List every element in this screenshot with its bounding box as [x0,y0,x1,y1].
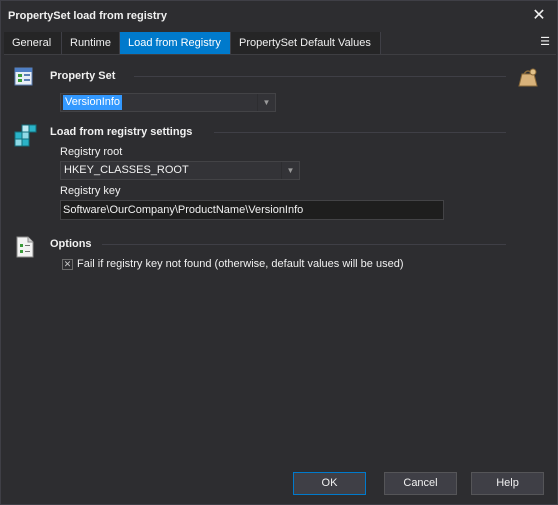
property-set-value: VersionInfo [63,95,123,110]
registry-key-label: Registry key [60,185,121,197]
tab-load-from-registry[interactable]: Load from Registry [120,32,231,54]
property-set-icon [14,67,33,86]
close-icon[interactable]: ✕ [527,5,551,27]
cancel-button[interactable]: Cancel [384,472,457,495]
options-heading: Options [50,238,92,250]
dropdown-arrow-icon[interactable]: ▼ [281,162,299,179]
property-set-heading: Property Set [50,70,116,82]
registry-root-label: Registry root [60,146,123,158]
registry-key-input[interactable] [61,201,443,219]
dialog-window: PropertySet load from registry ✕ General… [0,0,558,505]
fail-if-not-found-label[interactable]: Fail if registry key not found (otherwis… [77,258,404,270]
options-checklist-icon [16,236,34,258]
help-button[interactable]: Help [471,472,544,495]
fail-if-not-found-checkbox[interactable]: ✕ [62,259,73,270]
registry-settings-heading: Load from registry settings [50,126,193,138]
variables-bag-icon[interactable] [516,65,540,89]
registry-root-select[interactable]: HKEY_CLASSES_ROOT ▼ [60,161,300,180]
title-bar: PropertySet load from registry ✕ [1,1,557,31]
dropdown-arrow-icon[interactable]: ▼ [257,94,275,111]
tab-strip: General Runtime Load from Registry Prope… [4,31,556,55]
property-set-select[interactable]: VersionInfo ▼ [60,93,276,112]
tab-menu-icon[interactable]: ☰ [536,33,554,51]
registry-root-value: HKEY_CLASSES_ROOT [64,164,189,176]
ok-button[interactable]: OK [293,472,366,495]
section-divider [214,132,506,133]
window-title: PropertySet load from registry [8,10,167,22]
section-divider [134,76,506,77]
tab-propertyset-default-values[interactable]: PropertySet Default Values [231,32,381,54]
section-divider [102,244,506,245]
tab-general[interactable]: General [4,32,62,54]
registry-cube-icon [14,124,37,147]
registry-key-field[interactable] [60,200,444,220]
tab-runtime[interactable]: Runtime [62,32,120,54]
